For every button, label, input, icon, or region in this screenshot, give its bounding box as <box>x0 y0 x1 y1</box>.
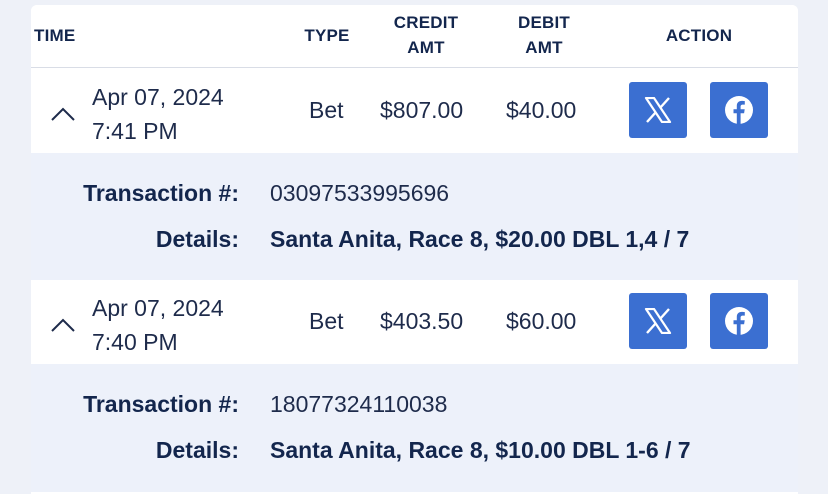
details-label: Details: <box>155 226 239 252</box>
row-credit-amount: $807.00 <box>380 97 464 123</box>
row-time: 7:40 PM <box>92 329 178 355</box>
share-facebook-button[interactable] <box>710 293 768 349</box>
facebook-logo-icon <box>725 96 753 124</box>
details-value: Santa Anita, Race 8, $20.00 DBL 1,4 / 7 <box>270 226 690 252</box>
table-header: TIME TYPE CREDIT AMT DEBIT AMT ACTION <box>31 5 798 68</box>
share-x-button[interactable] <box>629 293 687 349</box>
transaction-number-value: 03097533995696 <box>270 180 450 206</box>
row-credit-amount: $403.50 <box>380 308 464 334</box>
row-type: Bet <box>309 97 344 123</box>
details-label: Details: <box>155 437 239 463</box>
x-logo-icon <box>644 97 672 123</box>
row-datetime: Apr 07, 2024 7:40 PM <box>92 291 224 359</box>
column-header-time: TIME <box>34 26 76 45</box>
column-header-debit-line1: DEBIT <box>518 13 570 32</box>
facebook-logo-icon <box>725 307 753 335</box>
chevron-up-icon[interactable] <box>49 105 77 123</box>
chevron-up-icon[interactable] <box>49 316 77 334</box>
column-header-credit-line1: CREDIT <box>393 13 459 32</box>
transaction-details-panel: Transaction #: 03097533995696 Details: S… <box>31 153 798 281</box>
row-datetime: Apr 07, 2024 7:41 PM <box>92 80 224 148</box>
share-facebook-button[interactable] <box>710 82 768 138</box>
transaction-number-label: Transaction #: <box>83 180 239 206</box>
transaction-number-label: Transaction #: <box>83 391 239 417</box>
row-date: Apr 07, 2024 <box>92 84 224 110</box>
column-header-credit-line2: AMT <box>407 38 445 57</box>
column-header-credit-amt: CREDIT AMT <box>386 10 466 60</box>
column-header-debit-line2: AMT <box>525 38 563 57</box>
x-logo-icon <box>644 308 672 334</box>
row-type: Bet <box>309 308 344 334</box>
row-date: Apr 07, 2024 <box>92 295 224 321</box>
row-time: 7:41 PM <box>92 118 178 144</box>
transactions-table: TIME TYPE CREDIT AMT DEBIT AMT ACTION Ap… <box>31 5 798 494</box>
transaction-number-value: 18077324110038 <box>270 391 448 417</box>
transaction-details-panel: Transaction #: 18077324110038 Details: S… <box>31 364 798 492</box>
table-row[interactable]: Apr 07, 2024 7:40 PM Bet $403.50 $60.00 <box>31 280 798 364</box>
row-debit-amount: $60.00 <box>506 308 577 334</box>
column-header-action: ACTION <box>665 26 733 45</box>
share-x-button[interactable] <box>629 82 687 138</box>
details-value: Santa Anita, Race 8, $10.00 DBL 1-6 / 7 <box>270 437 691 463</box>
column-header-type: TYPE <box>304 26 350 45</box>
table-row[interactable]: Apr 07, 2024 7:41 PM Bet $807.00 $40.00 <box>31 69 798 153</box>
row-debit-amount: $40.00 <box>506 97 577 123</box>
column-header-debit-amt: DEBIT AMT <box>506 10 582 60</box>
